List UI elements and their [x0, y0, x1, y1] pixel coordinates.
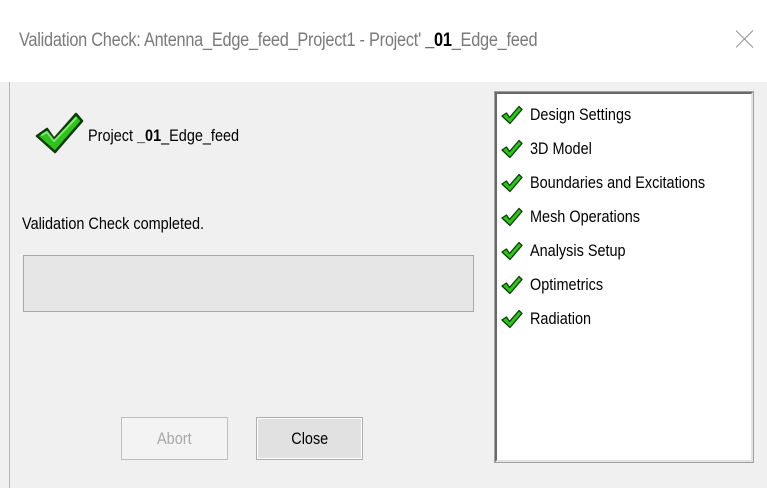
green-check-icon — [501, 139, 523, 159]
progress-bar — [23, 255, 474, 312]
validation-check-dialog: Validation Check: Antenna_Edge_feed_Proj… — [0, 0, 767, 488]
validation-checklist[interactable]: Design Settings 3D Model Boundaries and Ex… — [494, 91, 754, 463]
close-window-icon[interactable] — [731, 25, 759, 53]
green-check-icon — [501, 105, 523, 125]
green-check-icon — [35, 112, 84, 154]
close-button[interactable]: Close — [256, 417, 363, 460]
project-label-suffix: _Edge_feed — [161, 126, 240, 145]
checklist-items: Design Settings 3D Model Boundaries and Ex… — [497, 94, 751, 338]
green-check-icon — [501, 241, 523, 261]
project-label-bold: _01 — [136, 126, 162, 145]
title-bar[interactable]: Validation Check: Antenna_Edge_feed_Proj… — [0, 0, 767, 82]
check-item-radiation: Radiation — [501, 304, 751, 338]
green-check-icon — [501, 207, 523, 227]
green-check-icon — [501, 173, 523, 193]
check-item-mesh-operations: Mesh Operations — [501, 202, 751, 236]
title-bold-part: _01 — [425, 30, 452, 51]
project-name-label: Project _01_Edge_feed — [88, 126, 239, 146]
window-title: Validation Check: Antenna_Edge_feed_Proj… — [19, 30, 538, 52]
project-label-prefix: Project — [88, 126, 137, 145]
check-item-3d-model: 3D Model — [501, 134, 751, 168]
title-prefix: Validation Check: Antenna_Edge_feed_Proj… — [19, 30, 419, 51]
check-item-label: 3D Model — [530, 139, 592, 158]
status-message: Validation Check completed. — [22, 214, 205, 233]
check-item-label: Mesh Operations — [530, 207, 641, 226]
check-item-label: Optimetrics — [530, 275, 604, 294]
green-check-icon — [501, 275, 523, 295]
check-item-analysis-setup: Analysis Setup — [501, 236, 751, 270]
check-item-optimetrics: Optimetrics — [501, 270, 751, 304]
check-item-boundaries-and-excitations: Boundaries and Excitations — [501, 168, 751, 202]
abort-button[interactable]: Abort — [121, 417, 228, 460]
check-item-label: Design Settings — [530, 105, 632, 124]
check-item-label: Analysis Setup — [530, 241, 626, 260]
title-suffix: _Edge_feed — [451, 30, 538, 51]
green-check-icon — [501, 309, 523, 329]
close-button-label: Close — [291, 429, 328, 448]
abort-button-label: Abort — [157, 429, 192, 448]
window-border — [9, 82, 10, 488]
check-item-label: Radiation — [530, 309, 592, 328]
check-item-label: Boundaries and Excitations — [530, 173, 706, 192]
check-item-design-settings: Design Settings — [501, 100, 751, 134]
